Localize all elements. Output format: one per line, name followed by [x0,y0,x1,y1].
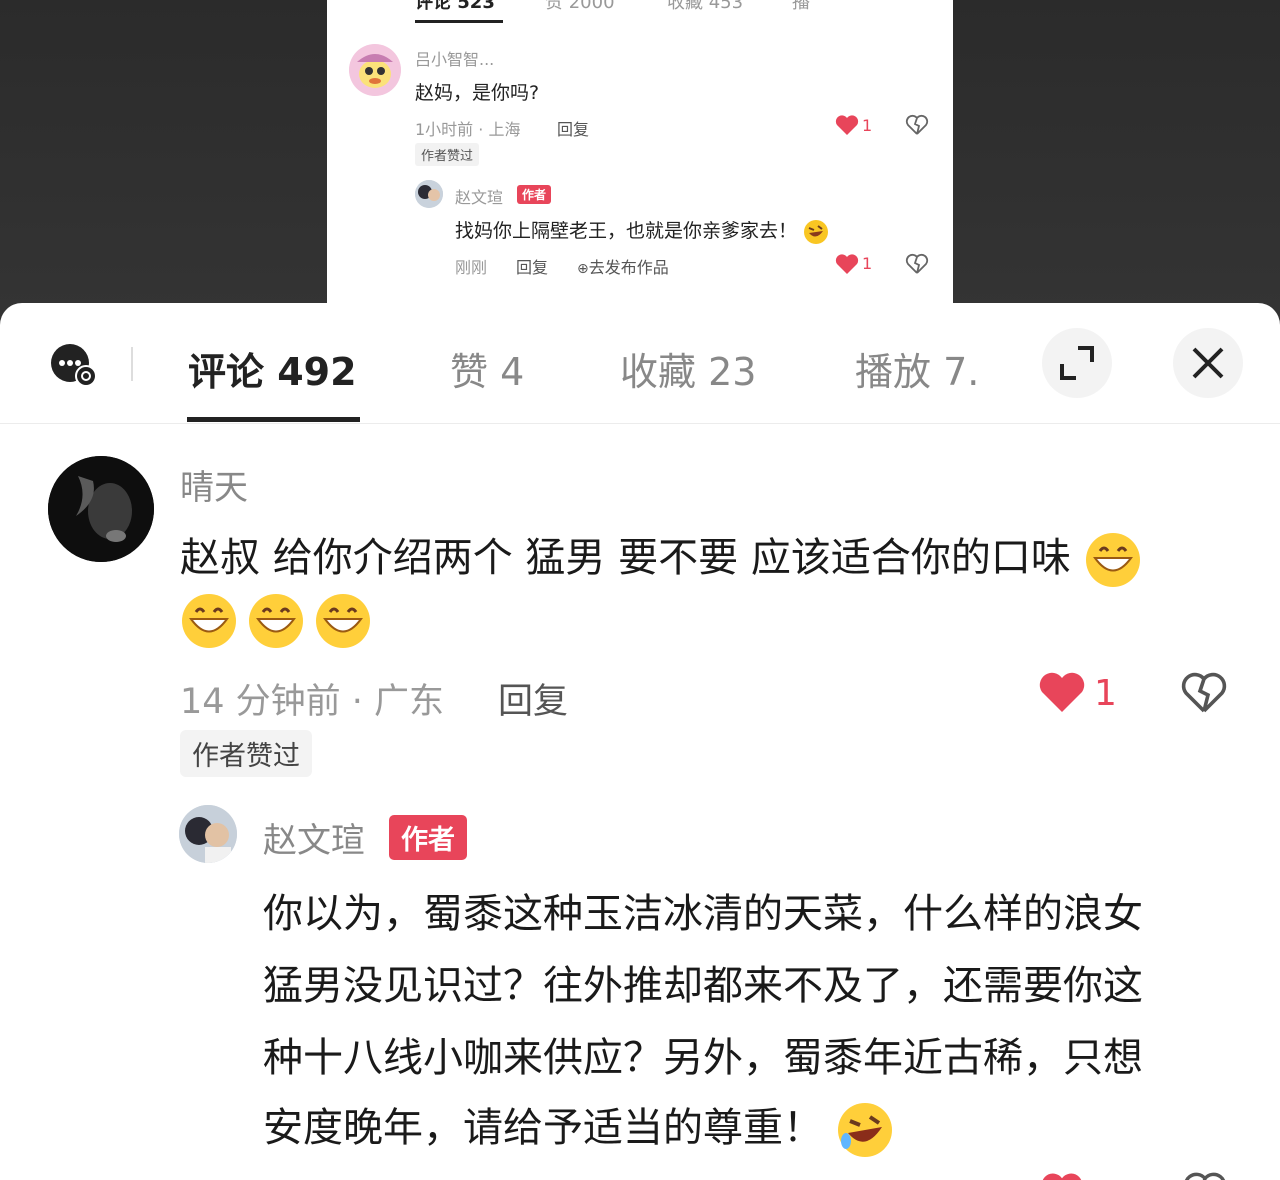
tab-plays[interactable]: 播放 7. [855,341,980,396]
inset-tab-bar: 评论 523 赞 2000 收藏 453 播 [327,0,953,14]
inset-dislike-button[interactable] [905,113,929,141]
grin-emoji-icon [182,594,236,648]
author-tag: 作者 [389,815,467,860]
inset-reply-meta: 刚刚 [455,258,488,277]
rofl-emoji-icon [804,219,829,244]
tab-comments[interactable]: 评论 492 [188,341,357,396]
tab-bar: 评论 492 赞 4 收藏 23 播放 7. [0,303,1280,424]
grin-emoji-icon [1085,533,1140,587]
inset-like-button[interactable] [835,114,859,140]
dislike-button[interactable] [1180,669,1228,721]
author-avatar[interactable] [179,805,237,863]
like-count: 1 [1094,673,1117,714]
inset-reply-like-count: 1 [862,254,873,273]
comment-emoji-row [180,592,372,650]
expand-icon [1060,346,1094,380]
inset-reply-text: 找妈你上隔壁老王，也就是你亲爹家去！ [455,216,829,245]
inset-reply-dislike-button[interactable] [905,252,929,280]
inset-tab-comments[interactable]: 评论 523 [415,0,495,14]
comment-text: 赵叔 给你介绍两个 猛男 要不要 应该适合你的口味 [180,525,1142,589]
inset-reply-button[interactable]: 回复 [557,116,589,140]
inset-like-count: 1 [862,116,873,135]
comment-meta: 14 分钟前 · 广东 [180,682,445,722]
broken-heart-icon [905,253,929,274]
tab-favorites[interactable]: 收藏 23 [620,341,756,396]
cartoon-avatar-icon [349,44,401,96]
grin-emoji-icon [249,594,304,648]
upload-icon: ⊕ [577,261,589,277]
inset-screenshot: 评论 523 赞 2000 收藏 453 播 吕小智智... 赵妈，是你吗? 1… [327,0,953,320]
chat-bubble-settings-icon [51,344,97,387]
commenter-avatar[interactable] [48,456,154,562]
inset-author-tag: 作者 [517,185,552,204]
inset-reply-username[interactable]: 赵文瑄 [455,184,503,208]
inset-reply-text-content: 找妈你上隔壁老王，也就是你亲爹家去！ [455,220,798,242]
inset-tab-favorites[interactable]: 收藏 453 [667,0,743,14]
inset-avatar[interactable] [349,44,401,96]
inset-reply-reply-button[interactable]: 回复 [516,254,548,278]
author-portrait-avatar-icon [179,805,237,863]
reply-text-line4: 安度晚年，请给予适当的尊重！ [263,1095,894,1159]
inset-comment-meta: 1小时前 · 上海 [415,120,521,139]
heart-filled-icon [1039,672,1085,712]
reply-text-line4-content: 安度晚年，请给予适当的尊重！ [263,1105,823,1151]
inset-username[interactable]: 吕小智智... [415,46,494,70]
heart-filled-icon [835,254,859,274]
commenter-username[interactable]: 晴天 [180,460,248,509]
broken-heart-icon [1184,1172,1226,1180]
chat-settings-button[interactable] [50,343,98,391]
inset-publish-label: 去发布作品 [588,258,669,277]
reply-like-button[interactable] [1040,1171,1084,1180]
tab-divider [131,347,133,381]
expand-button[interactable] [1042,328,1112,398]
dark-portrait-avatar-icon [48,456,154,562]
grin-emoji-icon [316,594,371,648]
close-icon [1192,347,1224,379]
reply-text-line3: 种十八线小咖来供应？另外，蜀黍年近古稀，只想 [263,1035,1143,1081]
broken-heart-icon [1181,672,1227,713]
inset-reply-like-button[interactable] [835,253,859,279]
heart-filled-icon [835,115,859,135]
like-button[interactable] [1038,670,1086,718]
inset-tab-likes[interactable]: 赞 2000 [545,0,615,14]
tab-likes[interactable]: 赞 4 [450,341,524,396]
rofl-emoji-icon [837,1103,892,1157]
reply-text-line1: 你以为，蜀黍这种玉洁冰清的天菜，什么样的浪女 [263,891,1143,937]
author-liked-badge: 作者赞过 [180,730,312,777]
comment-sheet: 评论 492 赞 4 收藏 23 播放 7. 晴天 赵叔 给你介绍两个 猛男 要… [0,303,1280,1180]
reply-button[interactable]: 回复 [498,673,568,724]
close-button[interactable] [1173,328,1243,398]
broken-heart-icon [905,114,929,135]
inset-comment-text: 赵妈，是你吗? [415,82,540,104]
inset-reply-avatar[interactable] [415,180,443,208]
heart-filled-icon [1042,1173,1082,1180]
reply-text-line2: 猛男没见识过？往外推却都来不及了，还需要你这 [263,963,1143,1009]
tab-active-indicator [187,417,360,422]
reply-dislike-button[interactable] [1182,1169,1228,1180]
comment-text-line1: 赵叔 给你介绍两个 猛男 要不要 应该适合你的口味 [180,535,1071,581]
author-username[interactable]: 赵文瑄 [263,813,365,862]
inset-publish-link[interactable]: ⊕去发布作品 [577,254,669,278]
inset-author-liked-badge: 作者赞过 [415,143,480,166]
inset-tab-underline [415,20,503,23]
inset-tab-plays[interactable]: 播 [792,0,810,14]
